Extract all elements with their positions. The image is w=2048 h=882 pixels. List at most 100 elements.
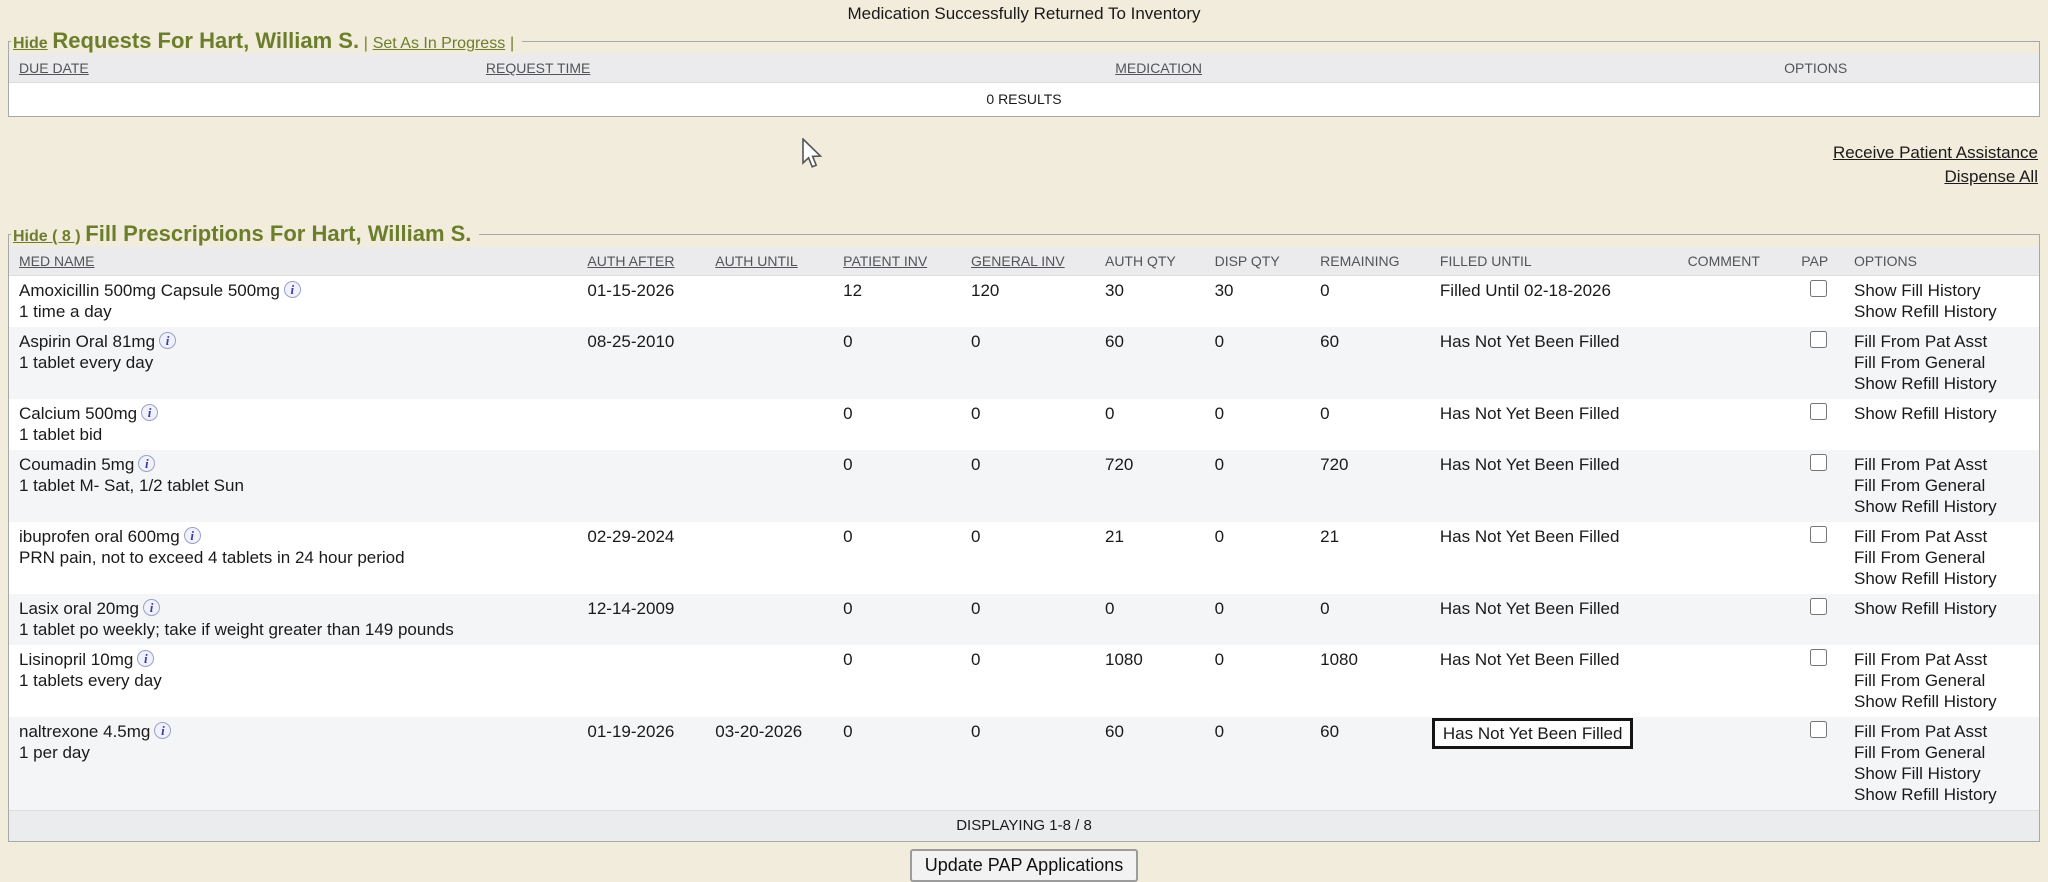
option-link[interactable]: Fill From Pat Asst (1854, 331, 2031, 352)
option-link[interactable]: Show Refill History (1854, 403, 2031, 424)
med-name: Coumadin 5mg (19, 455, 134, 474)
patient-inv-value: 0 (833, 327, 961, 399)
filled-until-status: Has Not Yet Been Filled (1440, 598, 1620, 619)
pap-checkbox[interactable] (1810, 454, 1827, 471)
filled-until-status: Has Not Yet Been Filled (1440, 403, 1620, 424)
legend-separator: | (510, 35, 514, 52)
prescription-row: naltrexone 4.5mgi 1 per day 01-19-2026 0… (9, 717, 2039, 810)
pap-checkbox[interactable] (1810, 721, 1827, 738)
column-header-med-name[interactable]: MED NAME (9, 247, 577, 275)
option-link[interactable]: Show Refill History (1854, 598, 2031, 619)
auth-qty-value: 21 (1095, 522, 1205, 594)
column-header-patient-inv[interactable]: PATIENT INV (833, 247, 961, 275)
option-link[interactable]: Show Refill History (1854, 568, 2031, 589)
comment-value (1678, 522, 1792, 594)
info-icon[interactable]: i (143, 599, 160, 616)
option-link[interactable]: Fill From Pat Asst (1854, 649, 2031, 670)
option-link[interactable]: Fill From General (1854, 352, 2031, 373)
auth-qty-value: 1080 (1095, 645, 1205, 717)
info-icon[interactable]: i (141, 404, 158, 421)
pap-checkbox[interactable] (1810, 403, 1827, 420)
remaining-value: 0 (1310, 276, 1430, 327)
patient-inv-value: 0 (833, 594, 961, 645)
option-link[interactable]: Fill From Pat Asst (1854, 454, 2031, 475)
option-link[interactable]: Show Refill History (1854, 496, 2031, 517)
hide-requests-link[interactable]: Hide (13, 35, 48, 52)
auth-until-value (705, 327, 833, 399)
option-link[interactable]: Show Fill History (1854, 280, 2031, 301)
option-link[interactable]: Fill From General (1854, 670, 2031, 691)
option-link[interactable]: Fill From Pat Asst (1854, 721, 2031, 742)
info-icon[interactable]: i (284, 281, 301, 298)
disp-qty-value: 0 (1205, 450, 1311, 522)
remaining-value: 720 (1310, 450, 1430, 522)
set-as-in-progress-link[interactable]: Set As In Progress (373, 35, 506, 52)
column-header-auth-after[interactable]: AUTH AFTER (577, 247, 705, 275)
column-header-due-date[interactable]: DUE DATE (9, 54, 476, 82)
disp-qty-value: 0 (1205, 327, 1311, 399)
option-link[interactable]: Show Refill History (1854, 784, 2031, 805)
med-name: naltrexone 4.5mg (19, 722, 150, 741)
hide-prescriptions-link[interactable]: Hide ( 8 ) (13, 228, 81, 245)
comment-value (1678, 645, 1792, 717)
pap-checkbox[interactable] (1810, 331, 1827, 348)
options-cell: Show Refill History (1844, 399, 2039, 450)
requests-empty-results: 0 RESULTS (9, 83, 2039, 116)
paging-status: DISPLAYING 1-8 / 8 (9, 810, 2039, 841)
auth-after-value (577, 450, 705, 522)
column-header-options: OPTIONS (1592, 54, 2039, 82)
general-inv-value: 120 (961, 276, 1095, 327)
med-name: Amoxicillin 500mg Capsule 500mg (19, 281, 280, 300)
med-name: Aspirin Oral 81mg (19, 332, 155, 351)
general-inv-value: 0 (961, 399, 1095, 450)
receive-patient-assistance-link[interactable]: Receive Patient Assistance (10, 141, 2038, 165)
med-instructions: 1 tablet every day (19, 352, 569, 373)
column-header-general-inv[interactable]: GENERAL INV (961, 247, 1095, 275)
patient-inv-value: 0 (833, 399, 961, 450)
pap-checkbox[interactable] (1810, 598, 1827, 615)
info-icon[interactable]: i (184, 527, 201, 544)
column-header-remaining: REMAINING (1310, 247, 1430, 275)
column-header-auth-until[interactable]: AUTH UNTIL (705, 247, 833, 275)
disp-qty-value: 0 (1205, 522, 1311, 594)
med-instructions: PRN pain, not to exceed 4 tablets in 24 … (19, 547, 569, 568)
pap-checkbox[interactable] (1810, 280, 1827, 297)
filled-until-status: Has Not Yet Been Filled (1432, 718, 1634, 749)
option-link[interactable]: Show Refill History (1854, 301, 2031, 322)
option-link[interactable]: Fill From Pat Asst (1854, 526, 2031, 547)
pap-checkbox[interactable] (1810, 649, 1827, 666)
info-icon[interactable]: i (159, 332, 176, 349)
general-inv-value: 0 (961, 717, 1095, 810)
auth-qty-value: 30 (1095, 276, 1205, 327)
remaining-value: 1080 (1310, 645, 1430, 717)
update-pap-applications-button[interactable]: Update PAP Applications (910, 849, 1138, 882)
info-icon[interactable]: i (154, 722, 171, 739)
option-link[interactable]: Fill From General (1854, 547, 2031, 568)
option-link[interactable]: Show Refill History (1854, 691, 2031, 712)
option-link[interactable]: Show Refill History (1854, 373, 2031, 394)
option-link[interactable]: Fill From General (1854, 742, 2031, 763)
dispense-all-link[interactable]: Dispense All (10, 165, 2038, 189)
info-icon[interactable]: i (137, 650, 154, 667)
comment-value (1678, 327, 1792, 399)
option-link[interactable]: Fill From General (1854, 475, 2031, 496)
med-instructions: 1 tablets every day (19, 670, 569, 691)
options-cell: Fill From Pat AsstFill From GeneralShow … (1844, 522, 2039, 594)
pap-checkbox[interactable] (1810, 526, 1827, 543)
auth-after-value: 08-25-2010 (577, 327, 705, 399)
general-inv-value: 0 (961, 645, 1095, 717)
auth-qty-value: 60 (1095, 717, 1205, 810)
column-header-request-time[interactable]: REQUEST TIME (476, 54, 1105, 82)
auth-after-value: 01-19-2026 (577, 717, 705, 810)
comment-value (1678, 717, 1792, 810)
general-inv-value: 0 (961, 594, 1095, 645)
disp-qty-value: 30 (1205, 276, 1311, 327)
option-link[interactable]: Show Fill History (1854, 763, 2031, 784)
info-icon[interactable]: i (138, 455, 155, 472)
prescription-row: Lasix oral 20mgi 1 tablet po weekly; tak… (9, 594, 2039, 645)
column-header-medication[interactable]: MEDICATION (1105, 54, 1592, 82)
auth-until-value (705, 399, 833, 450)
options-cell: Fill From Pat AsstFill From GeneralShow … (1844, 450, 2039, 522)
options-cell: Fill From Pat AsstFill From GeneralShow … (1844, 327, 2039, 399)
auth-after-value (577, 399, 705, 450)
